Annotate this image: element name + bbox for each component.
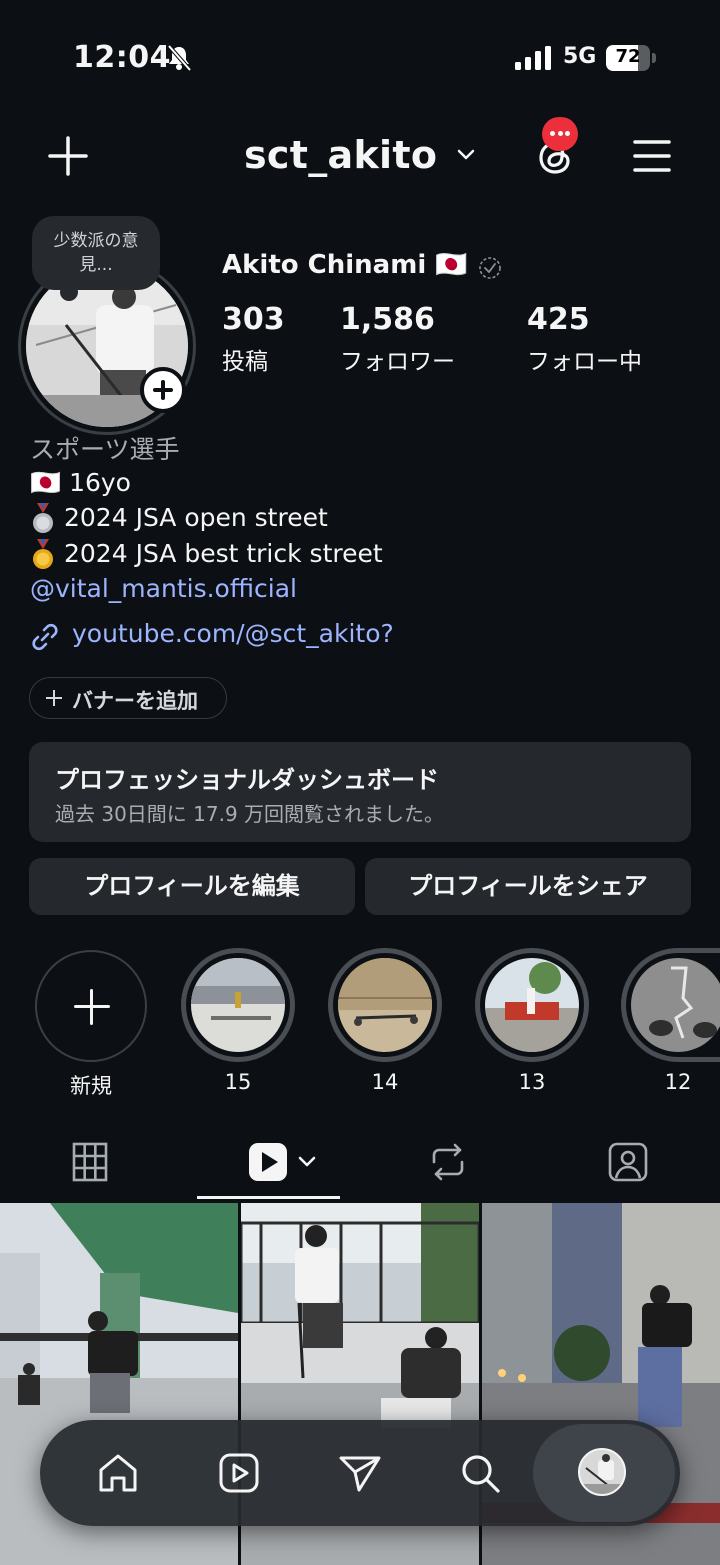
highlight-12[interactable] [621, 948, 720, 1062]
grid-icon[interactable] [66, 1138, 114, 1186]
posts-count[interactable]: 303 [222, 302, 285, 337]
battery-indicator: 72 [606, 45, 656, 71]
network-type: 5G [563, 44, 597, 69]
highlight-label-13: 13 [518, 1070, 546, 1094]
bio-line2-text: 2024 JSA open street [64, 503, 328, 532]
bio-link-text: youtube.com/@sct_akito? [72, 619, 394, 648]
account-username[interactable]: sct_akito [244, 133, 437, 177]
bio-line-gold: 2024 JSA best trick street [30, 539, 383, 571]
menu-icon[interactable] [632, 138, 672, 174]
create-plus-icon[interactable] [46, 134, 90, 178]
bio-line3-text: 2024 JSA best trick street [64, 539, 383, 568]
following-count[interactable]: 425 [527, 302, 590, 337]
search-icon[interactable] [457, 1450, 503, 1496]
threads-notification-badge [542, 117, 578, 151]
followers-count[interactable]: 1,586 [340, 302, 435, 337]
reposts-icon[interactable] [424, 1138, 472, 1186]
dashboard-subtitle: 過去 30日間に 17.9 万回閲覧されました。 [55, 802, 445, 826]
highlight-label-15: 15 [224, 1070, 252, 1094]
tagged-icon[interactable] [604, 1138, 652, 1186]
bio-category: スポーツ選手 [30, 435, 180, 464]
add-banner-label: バナーを追加 [72, 689, 198, 713]
bio-line-age: 🇯🇵 16yo [30, 468, 131, 497]
highlight-13[interactable] [475, 948, 589, 1062]
active-tab-indicator [197, 1196, 340, 1199]
highlight-15[interactable] [181, 948, 295, 1062]
reels-icon[interactable] [245, 1138, 325, 1186]
dashboard-title: プロフェッショナルダッシュボード [55, 766, 439, 794]
bell-off-icon [167, 44, 192, 72]
professional-dashboard[interactable]: プロフェッショナルダッシュボード 過去 30日間に 17.9 万回閲覧されました… [29, 742, 691, 842]
share-profile-button[interactable]: プロフィールをシェア [365, 858, 691, 915]
home-icon[interactable] [95, 1450, 141, 1496]
add-banner-button[interactable]: バナーを追加 [29, 677, 227, 719]
profile-nav-avatar[interactable] [578, 1448, 626, 1496]
add-story-button[interactable] [140, 367, 186, 413]
posts-label[interactable]: 投稿 [222, 342, 268, 376]
status-time: 12:04 [73, 40, 171, 75]
edit-profile-button[interactable]: プロフィールを編集 [29, 858, 355, 915]
note-bubble-tail [60, 283, 78, 301]
highlight-label-new: 新規 [70, 1074, 112, 1098]
bio-mention-link[interactable]: @vital_mantis.official [30, 574, 297, 603]
plus-icon [46, 690, 62, 706]
link-icon [32, 623, 58, 651]
chevron-down-icon[interactable] [456, 148, 476, 162]
highlight-14[interactable] [328, 948, 442, 1062]
battery-percent: 72 [615, 46, 641, 67]
gold-medal-icon [33, 539, 53, 569]
new-highlight-button[interactable] [35, 950, 147, 1062]
status-bar: 12:04 5G 72 [0, 0, 720, 110]
bio-line-silver: 2024 JSA open street [30, 503, 328, 535]
highlight-label-12: 12 [664, 1070, 692, 1094]
display-name: Akito Chinami 🇯🇵 [222, 250, 468, 280]
highlight-label-14: 14 [371, 1070, 399, 1094]
send-message-icon[interactable] [337, 1450, 383, 1496]
reels-nav-icon[interactable] [216, 1450, 262, 1496]
verified-check-icon [479, 257, 501, 279]
signal-icon [515, 46, 551, 70]
note-text: 少数派の意 見... [53, 231, 139, 275]
following-label[interactable]: フォロー中 [527, 342, 642, 376]
silver-medal-icon [33, 503, 53, 533]
followers-label[interactable]: フォロワー [340, 342, 455, 376]
